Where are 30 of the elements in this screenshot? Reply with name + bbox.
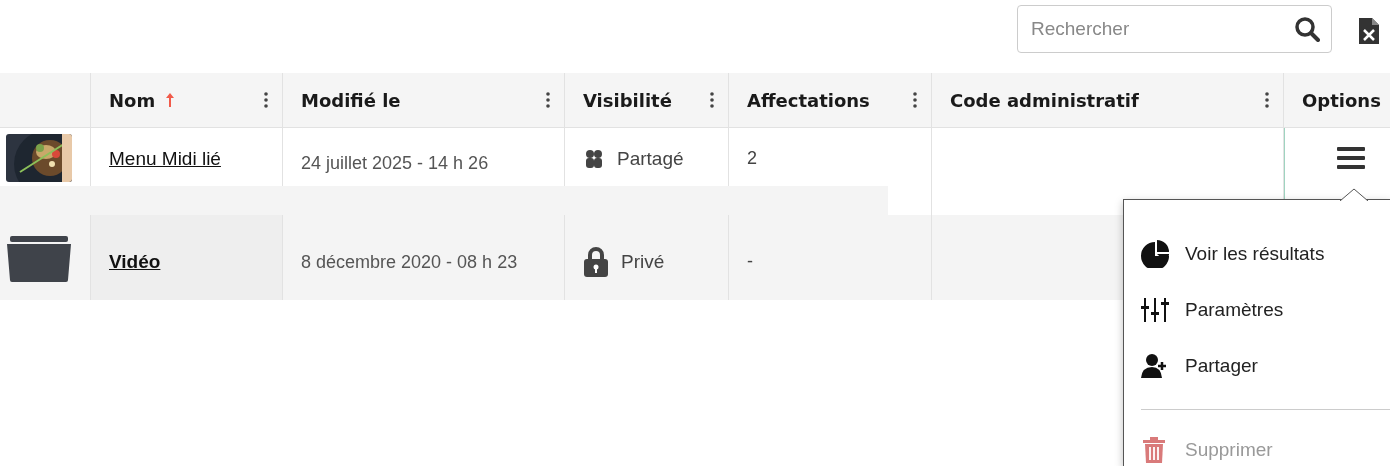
sliders-icon [1141,296,1169,324]
count-text: 2 [747,148,757,169]
column-header[interactable]: Visibilité [583,89,672,111]
column-header[interactable]: Options [1302,89,1381,111]
visibility-text: Privé [621,250,665,273]
sort-arrow-icon[interactable] [165,92,176,108]
more-options-icon[interactable] [913,92,917,108]
item-link[interactable]: Menu Midi lié [109,148,221,170]
menu-item[interactable]: Voir les résultats [1124,226,1325,282]
search-icon[interactable] [1294,16,1320,42]
column-header[interactable]: Affectations [747,89,870,111]
item-link[interactable]: Vidéo [109,250,161,273]
visibility-text: Partagé [617,148,684,170]
menu-item[interactable]: Partager [1124,338,1258,394]
pie-chart-icon [1141,240,1169,268]
column-header[interactable]: Code administratif [950,89,1139,111]
more-options-icon[interactable] [546,92,550,108]
count-text: - [747,251,753,272]
date-text: 24 juillet 2025 - 14 h 26 [301,152,489,175]
spreadsheet-file-icon[interactable] [1358,16,1380,45]
column-header[interactable]: Nom [109,89,156,111]
more-options-icon[interactable] [710,92,714,108]
more-options-icon[interactable] [1265,92,1269,108]
search-field[interactable]: Rechercher [1017,5,1332,53]
date-text: 8 décembre 2020 - 08 h 23 [301,250,518,274]
column-header[interactable]: Modifié le [301,89,401,111]
more-options-icon[interactable] [264,92,268,108]
add-user-icon [1141,352,1169,380]
menu-icon[interactable] [1337,146,1365,170]
menu-item[interactable]: Paramètres [1124,282,1284,338]
